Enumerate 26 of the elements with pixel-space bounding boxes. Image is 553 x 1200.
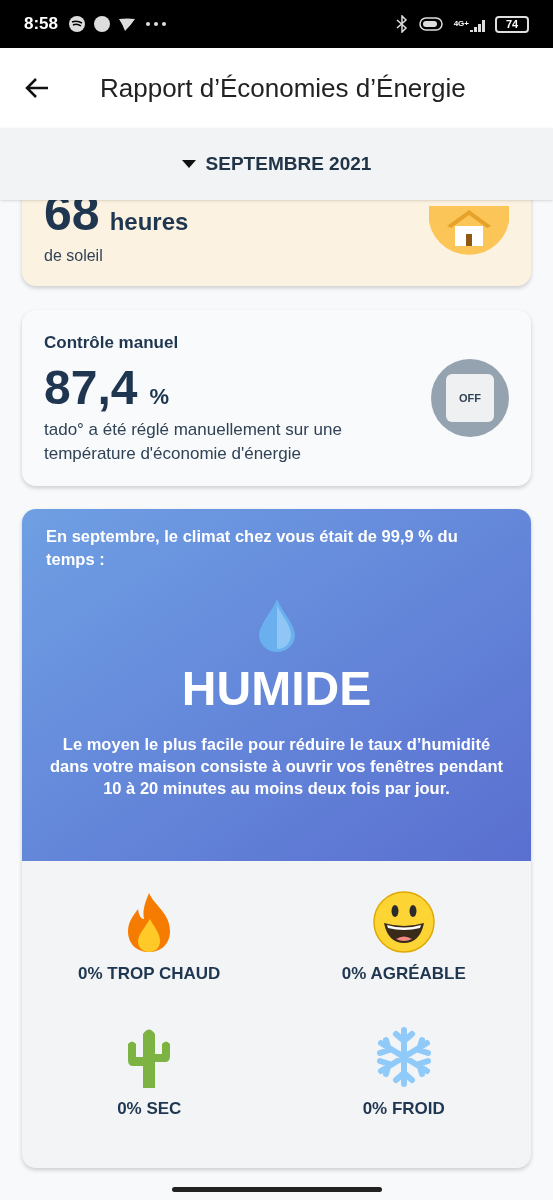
more-icon (146, 22, 167, 26)
off-badge: OFF (446, 373, 494, 422)
smiley-icon (371, 890, 436, 953)
climate-intro: En septembre, le climat chez vous était de 99,9 % du temps : (46, 525, 459, 570)
music-app-icon (68, 15, 87, 33)
bluetooth-icon (395, 15, 408, 33)
vibrate-icon (417, 16, 444, 32)
month-selector[interactable]: SEPTEMBRE 2021 (0, 128, 553, 200)
climate-category-label: 0% FROID (362, 1098, 445, 1120)
sunshine-hours-unit: heures (109, 207, 189, 237)
network-type: 4G+ (453, 20, 469, 28)
climate-state: HUMIDE (181, 664, 372, 713)
caret-icon (181, 160, 196, 168)
card-title: Contrôle manuel (44, 332, 180, 354)
climate-category-label: 0% TROP CHAUD (78, 962, 221, 985)
climate-advice: Le moyen le plus facile pour réduire le taux d’humidité dans votre maison consiste à ouvrir vos fenêtres pendant 10 à 20 minutes au moins deux fois par jour. (49, 733, 504, 799)
battery-indicator: 74 (495, 15, 529, 33)
manual-control-description: tado° a été réglé manuellement sur une température d'économie d'énergie (44, 418, 343, 465)
climate-category-label: 0% AGRÉABLE (341, 962, 466, 985)
manual-control-unit: % (149, 382, 169, 411)
page-title: Rapport d’Économies d’Énergie (100, 71, 466, 105)
climate-category-label: 0% SEC (117, 1098, 182, 1120)
status-time: 8:58 (24, 13, 59, 36)
back-arrow-icon[interactable] (24, 77, 50, 99)
sunshine-caption: de soleil (44, 246, 104, 266)
manual-control-value: 87,4 (44, 359, 138, 416)
